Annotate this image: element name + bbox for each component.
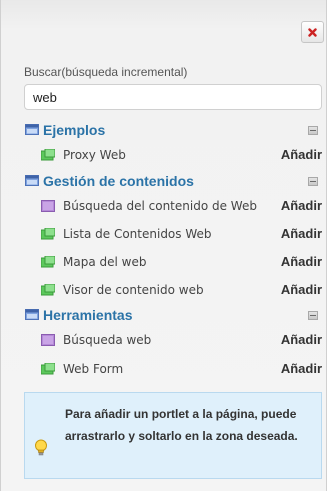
portlet-label: Proxy Web [63,148,126,162]
category-label: Ejemplos [43,122,106,138]
category-icon [25,309,39,321]
category-gestion-de-contenidos[interactable]: Gestión de contenidos [24,172,322,194]
portlet-row-visor-contenido-web[interactable]: Visor de contenido web Añadir [41,280,322,302]
portlet-label: Búsqueda web [63,333,152,347]
portlet-row-mapa-del-web[interactable]: Mapa del web Añadir [41,252,322,274]
portlet-label: Visor de contenido web [63,283,204,297]
add-portlet-panel: Buscar(búsqueda incremental) Ejemplos Pr… [0,0,327,491]
portlet-row-lista-contenidos-web[interactable]: Lista de Contenidos Web Añadir [41,224,322,246]
close-icon [308,27,317,37]
category-icon [25,175,39,187]
add-portlet-button[interactable]: Añadir [281,361,322,376]
portlet-row-busqueda-web[interactable]: Búsqueda web Añadir [41,330,322,352]
purple-portlet-icon [41,334,55,346]
collapse-icon[interactable] [308,177,318,186]
portlet-label: Web Form [63,362,124,376]
portlet-label: Lista de Contenidos Web [63,227,212,241]
portlet-row-web-form[interactable]: Web Form Añadir [41,359,322,381]
close-button[interactable] [301,21,324,43]
green-portlet-icon [41,256,55,268]
green-portlet-icon [41,284,55,296]
info-text: Para añadir un portlet a la página, pued… [65,407,298,443]
green-portlet-icon [41,363,55,375]
purple-portlet-icon [41,200,55,212]
portlet-row-proxy-web[interactable]: Proxy Web Añadir [41,145,322,167]
category-ejemplos[interactable]: Ejemplos [24,121,322,143]
portlet-label: Búsqueda del contenido de Web [63,199,257,213]
category-herramientas[interactable]: Herramientas [24,306,322,328]
category-label: Gestión de contenidos [43,173,194,189]
collapse-icon[interactable] [308,311,318,320]
portlet-label: Mapa del web [63,255,147,269]
collapse-icon[interactable] [308,126,318,135]
lightbulb-icon [35,439,47,456]
green-portlet-icon [41,228,55,240]
category-label: Herramientas [43,307,133,323]
search-label: Buscar(búsqueda incremental) [24,65,188,79]
add-portlet-button[interactable]: Añadir [281,226,322,241]
green-portlet-icon [41,149,55,161]
add-portlet-button[interactable]: Añadir [281,332,322,347]
add-portlet-button[interactable]: Añadir [281,147,322,162]
info-message: Para añadir un portlet a la página, pued… [24,392,322,479]
category-icon [25,124,39,136]
portlet-row-busqueda-contenido-web[interactable]: Búsqueda del contenido de Web Añadir [41,196,322,218]
add-portlet-button[interactable]: Añadir [281,198,322,213]
add-portlet-button[interactable]: Añadir [281,282,322,297]
add-portlet-button[interactable]: Añadir [281,254,322,269]
search-input[interactable] [24,84,322,110]
